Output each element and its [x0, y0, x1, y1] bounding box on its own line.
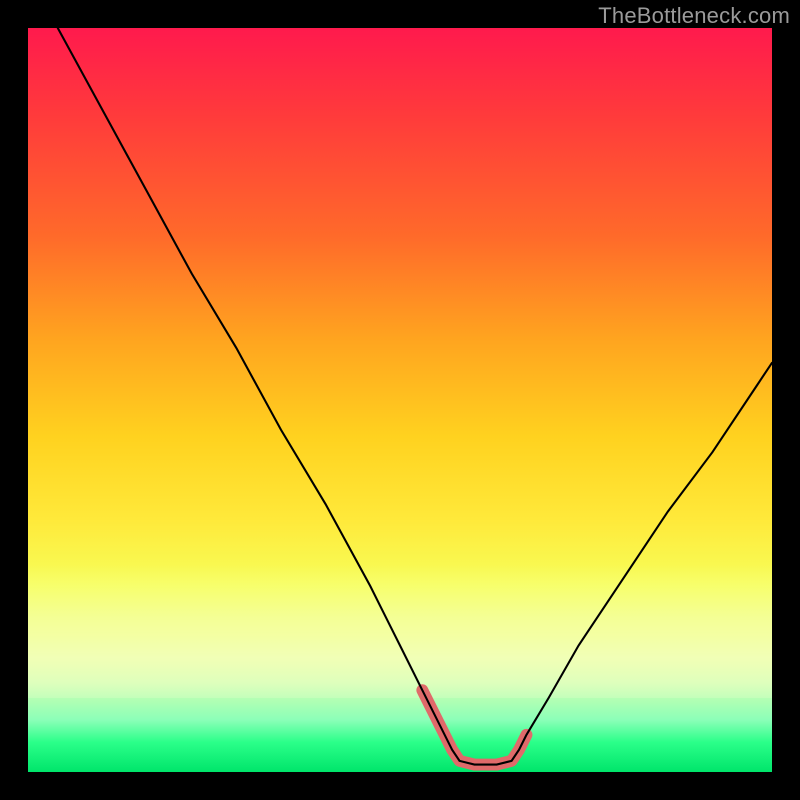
watermark-text: TheBottleneck.com [598, 3, 790, 29]
curve-layer [28, 28, 772, 772]
chart-frame: TheBottleneck.com [0, 0, 800, 800]
plot-area [28, 28, 772, 772]
bottleneck-curve-line [58, 28, 772, 765]
optimal-range-highlight [422, 690, 526, 764]
